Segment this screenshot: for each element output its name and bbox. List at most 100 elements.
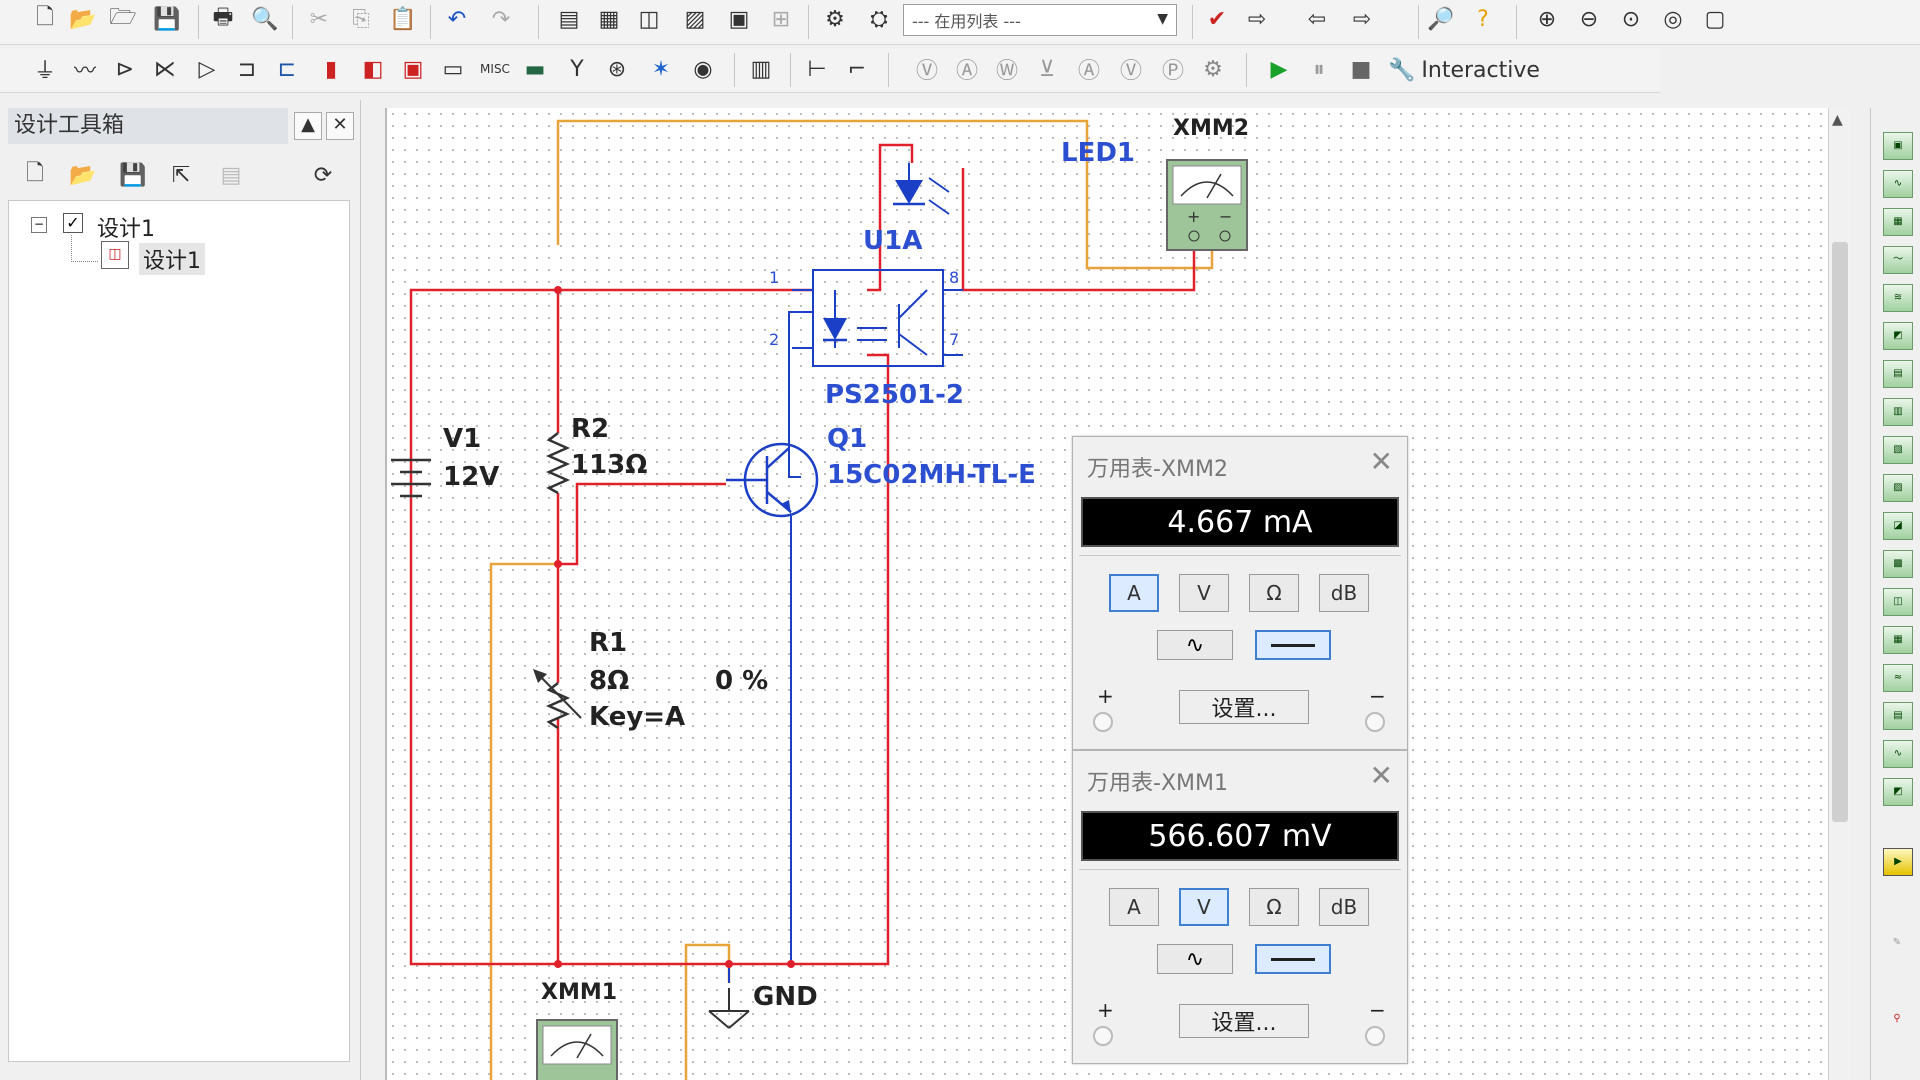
place-rf-icon[interactable]: Y	[560, 52, 594, 86]
four-channel-scope-icon[interactable]: ≋	[1883, 284, 1913, 312]
new-icon[interactable]: 🗋	[28, 2, 62, 36]
tektronix-scope-icon[interactable]: ◩	[1883, 778, 1913, 806]
oscilloscope-icon[interactable]: 〜	[1883, 246, 1913, 274]
spectrum-analyzer-icon[interactable]: ◫	[1883, 588, 1913, 616]
open-icon[interactable]: 📂	[66, 2, 100, 36]
word-generator-icon[interactable]: ▥	[1883, 398, 1913, 426]
close-icon[interactable]: ✕	[1370, 445, 1393, 478]
zoom-out-icon[interactable]: ⊖	[1572, 2, 1606, 36]
probe-digital-icon[interactable]: Ⓥ	[1114, 52, 1148, 86]
place-transistor-icon[interactable]: ⋉	[148, 52, 182, 86]
network-analyzer-icon[interactable]: ▦	[1883, 626, 1913, 654]
zoom-sheet-icon[interactable]: ◎	[1656, 2, 1690, 36]
open-design-icon[interactable]: 📂	[66, 158, 100, 192]
probe-voltage-icon[interactable]: Ⓥ	[910, 52, 944, 86]
save-icon[interactable]: 💾	[150, 2, 184, 36]
place-ttl-icon[interactable]: ⊐	[230, 52, 264, 86]
minus-terminal[interactable]	[1365, 1026, 1385, 1046]
place-bus-icon[interactable]: ⊢	[800, 52, 834, 86]
agilent-scope-icon[interactable]: ∿	[1883, 740, 1913, 768]
new-design-icon[interactable]: 🗋	[18, 158, 52, 192]
show-breadboard-icon[interactable]: ✔	[1200, 2, 1234, 36]
place-indicator-icon[interactable]: ▣	[396, 52, 430, 86]
save-design-icon[interactable]: 💾	[116, 158, 150, 192]
run-icon[interactable]: ▶	[1262, 52, 1296, 86]
ac-mode-button[interactable]: ∿	[1157, 630, 1233, 660]
iv-analyzer-icon[interactable]: ◪	[1883, 512, 1913, 540]
zoom-in-icon[interactable]: ⊕	[1530, 2, 1564, 36]
function-generator-icon[interactable]: ∿	[1883, 170, 1913, 198]
bode-plotter-icon[interactable]: ◩	[1883, 322, 1913, 350]
full-screen-icon[interactable]: ▢	[1698, 2, 1732, 36]
undo-icon[interactable]: ↶	[440, 2, 474, 36]
cut-icon[interactable]: ✂	[302, 2, 336, 36]
plus-terminal[interactable]	[1093, 1026, 1113, 1046]
design-settings-icon[interactable]: ⟳	[306, 158, 340, 192]
tree-expand-icon[interactable]: −	[31, 217, 47, 233]
plus-terminal[interactable]	[1093, 712, 1113, 732]
place-basic-icon[interactable]: 〰	[68, 52, 102, 86]
place-advanced-icon[interactable]: ▬	[518, 52, 552, 86]
forward-annotate-icon[interactable]: ⇨	[1345, 2, 1379, 36]
open-folder-icon[interactable]: 🗁	[106, 2, 140, 36]
print-preview-icon[interactable]: 🔍	[248, 2, 282, 36]
place-connector-icon[interactable]: ◉	[686, 52, 720, 86]
frequency-counter-icon[interactable]: ▤	[1883, 360, 1913, 388]
settings-button[interactable]: 设置...	[1179, 1004, 1309, 1038]
grapher-icon[interactable]: ▤	[552, 2, 586, 36]
probe-differential-icon[interactable]: ⊻	[1030, 52, 1064, 86]
canvas-vertical-scrollbar[interactable]: ▲	[1828, 108, 1851, 1080]
electrical-rules-icon[interactable]: ⛭	[862, 2, 896, 36]
logic-converter-icon[interactable]: ▧	[1883, 436, 1913, 464]
ohmmeter-button[interactable]: Ω	[1249, 888, 1299, 926]
place-diode-icon[interactable]: ⊳	[108, 52, 142, 86]
export-design-icon[interactable]: ⇱	[164, 158, 198, 192]
copy-icon[interactable]: ⎘	[344, 2, 378, 36]
place-cmos-icon[interactable]: ⊏	[270, 52, 304, 86]
place-power-icon[interactable]: ▭	[436, 52, 470, 86]
component-wizard-icon[interactable]: ⊞	[764, 2, 798, 36]
probe-tool-icon[interactable]: ⚲	[1883, 1006, 1911, 1032]
probe-settings-icon[interactable]: ⚙	[1196, 52, 1230, 86]
place-mcu-icon[interactable]: ▮	[314, 52, 348, 86]
current-probe-icon[interactable]: ✎	[1883, 930, 1911, 956]
panel-close-button[interactable]: ✕	[326, 112, 354, 140]
delete-design-icon[interactable]: ▤	[214, 158, 248, 192]
probe-sum-icon[interactable]: Ⓟ	[1156, 52, 1190, 86]
decibel-button[interactable]: dB	[1319, 888, 1369, 926]
redo-icon[interactable]: ↷	[484, 2, 518, 36]
logic-analyzer-icon[interactable]: ▨	[1883, 474, 1913, 502]
dc-mode-button[interactable]	[1255, 944, 1331, 974]
scroll-up-icon[interactable]: ▲	[1832, 112, 1843, 128]
paste-icon[interactable]: 📋	[386, 2, 420, 36]
transfer-icon[interactable]: ⇨	[1240, 2, 1274, 36]
voltmeter-button[interactable]: V	[1179, 888, 1229, 926]
tree-item-sheet[interactable]: 设计1	[139, 243, 205, 275]
wattmeter-icon[interactable]: ▦	[1883, 208, 1913, 236]
search-icon[interactable]: 🔎	[1424, 2, 1458, 36]
agilent-generator-icon[interactable]: ≈	[1883, 664, 1913, 692]
in-use-list-dropdown[interactable]: --- 在用列表 --- ▼	[903, 4, 1177, 36]
probe-ref-icon[interactable]: Ⓐ	[1072, 52, 1106, 86]
pause-icon[interactable]: ⏸	[1302, 52, 1336, 86]
dc-mode-button[interactable]	[1255, 630, 1331, 660]
multimeter-instrument-icon[interactable]: ▣	[1883, 132, 1913, 160]
ammeter-button[interactable]: A	[1109, 574, 1159, 612]
panel-minimize-button[interactable]: ▲	[294, 112, 322, 140]
description-icon[interactable]: ▣	[722, 2, 756, 36]
place-misc-icon[interactable]: MISC	[478, 52, 512, 86]
hierarchical-block-icon[interactable]: ▥	[744, 52, 778, 86]
print-icon[interactable]: 🖶	[206, 2, 240, 36]
stop-icon[interactable]: ■	[1344, 52, 1378, 86]
ohmmeter-button[interactable]: Ω	[1249, 574, 1299, 612]
place-source-icon[interactable]: ⏚	[28, 52, 62, 86]
database-icon[interactable]: ⚙	[818, 2, 852, 36]
place-analog-icon[interactable]: ▷	[190, 52, 224, 86]
postprocessor-icon[interactable]: ▨	[678, 2, 712, 36]
back-annotate-icon[interactable]: ⇦	[1300, 2, 1334, 36]
voltmeter-button[interactable]: V	[1179, 574, 1229, 612]
help-icon[interactable]: ?	[1466, 2, 1500, 36]
scroll-thumb[interactable]	[1832, 242, 1848, 822]
ammeter-button[interactable]: A	[1109, 888, 1159, 926]
labview-instrument-icon[interactable]: ▶	[1883, 848, 1913, 876]
